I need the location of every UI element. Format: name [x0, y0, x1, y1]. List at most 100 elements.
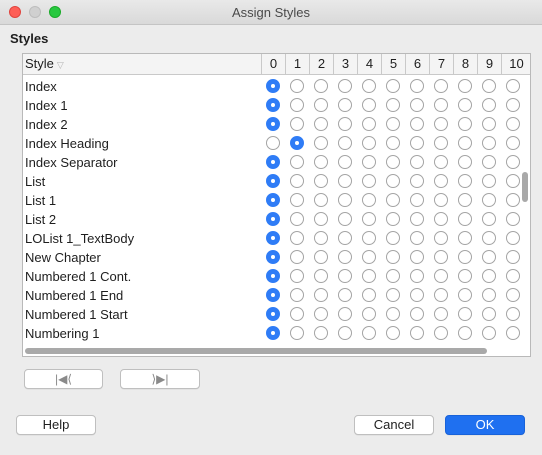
level-radio-button[interactable] — [338, 174, 352, 188]
level-radio-button[interactable] — [290, 326, 304, 340]
level-radio-button[interactable] — [266, 288, 280, 302]
level-radio-button[interactable] — [482, 326, 496, 340]
level-radio-button[interactable] — [338, 79, 352, 93]
level-radio-button[interactable] — [434, 250, 448, 264]
level-radio-button[interactable] — [434, 117, 448, 131]
level-radio-button[interactable] — [314, 307, 328, 321]
level-radio-button[interactable] — [362, 269, 376, 283]
level-radio-button[interactable] — [290, 117, 304, 131]
level-radio-button[interactable] — [506, 231, 520, 245]
level-radio-button[interactable] — [314, 117, 328, 131]
level-radio-button[interactable] — [482, 174, 496, 188]
level-radio-button[interactable] — [410, 174, 424, 188]
level-radio-button[interactable] — [410, 98, 424, 112]
level-radio-button[interactable] — [314, 136, 328, 150]
level-radio-button[interactable] — [482, 250, 496, 264]
level-radio-button[interactable] — [458, 79, 472, 93]
level-radio-button[interactable] — [362, 79, 376, 93]
vertical-scrollbar[interactable] — [520, 74, 530, 344]
level-radio-button[interactable] — [482, 98, 496, 112]
level-radio-button[interactable] — [410, 79, 424, 93]
level-radio-button[interactable] — [362, 174, 376, 188]
level-radio-button[interactable] — [458, 117, 472, 131]
level-radio-button[interactable] — [434, 288, 448, 302]
level-radio-button[interactable] — [458, 250, 472, 264]
level-radio-button[interactable] — [290, 193, 304, 207]
level-radio-button[interactable] — [410, 269, 424, 283]
level-radio-button[interactable] — [338, 326, 352, 340]
level-radio-button[interactable] — [362, 288, 376, 302]
level-radio-button[interactable] — [434, 269, 448, 283]
vertical-scrollbar-thumb[interactable] — [522, 172, 528, 202]
level-radio-button[interactable] — [458, 231, 472, 245]
level-radio-button[interactable] — [458, 174, 472, 188]
level-radio-button[interactable] — [410, 136, 424, 150]
level-radio-button[interactable] — [506, 136, 520, 150]
level-radio-button[interactable] — [434, 174, 448, 188]
level-radio-button[interactable] — [290, 288, 304, 302]
level-radio-button[interactable] — [410, 288, 424, 302]
help-button[interactable]: Help — [16, 415, 96, 435]
cancel-button[interactable]: Cancel — [354, 415, 434, 435]
level-radio-button[interactable] — [482, 117, 496, 131]
level-radio-button[interactable] — [314, 250, 328, 264]
level-radio-button[interactable] — [386, 269, 400, 283]
level-radio-button[interactable] — [290, 250, 304, 264]
level-radio-button[interactable] — [362, 136, 376, 150]
level-radio-button[interactable] — [290, 98, 304, 112]
level-radio-button[interactable] — [314, 193, 328, 207]
level-radio-button[interactable] — [410, 117, 424, 131]
level-radio-button[interactable] — [482, 155, 496, 169]
level-radio-button[interactable] — [506, 212, 520, 226]
level-radio-button[interactable] — [386, 136, 400, 150]
level-radio-button[interactable] — [338, 193, 352, 207]
level-radio-button[interactable] — [290, 231, 304, 245]
level-radio-button[interactable] — [434, 98, 448, 112]
level-radio-button[interactable] — [434, 231, 448, 245]
level-radio-button[interactable] — [338, 250, 352, 264]
level-radio-button[interactable] — [362, 212, 376, 226]
level-radio-button[interactable] — [386, 79, 400, 93]
level-radio-button[interactable] — [362, 307, 376, 321]
level-radio-button[interactable] — [434, 79, 448, 93]
level-radio-button[interactable] — [314, 326, 328, 340]
level-radio-button[interactable] — [506, 98, 520, 112]
level-radio-button[interactable] — [266, 231, 280, 245]
level-radio-button[interactable] — [290, 269, 304, 283]
level-radio-button[interactable] — [266, 79, 280, 93]
level-radio-button[interactable] — [410, 326, 424, 340]
level-radio-button[interactable] — [482, 231, 496, 245]
level-radio-button[interactable] — [314, 212, 328, 226]
level-radio-button[interactable] — [338, 136, 352, 150]
level-radio-button[interactable] — [506, 117, 520, 131]
level-radio-button[interactable] — [362, 231, 376, 245]
level-radio-button[interactable] — [410, 307, 424, 321]
level-radio-button[interactable] — [338, 288, 352, 302]
level-radio-button[interactable] — [434, 212, 448, 226]
level-radio-button[interactable] — [290, 155, 304, 169]
level-radio-button[interactable] — [458, 155, 472, 169]
level-radio-button[interactable] — [362, 193, 376, 207]
level-radio-button[interactable] — [458, 136, 472, 150]
horizontal-scrollbar[interactable] — [23, 344, 530, 356]
level-radio-button[interactable] — [434, 155, 448, 169]
level-radio-button[interactable] — [458, 98, 472, 112]
level-radio-button[interactable] — [362, 250, 376, 264]
level-radio-button[interactable] — [314, 231, 328, 245]
level-radio-button[interactable] — [266, 174, 280, 188]
level-radio-button[interactable] — [266, 212, 280, 226]
level-radio-button[interactable] — [506, 288, 520, 302]
level-radio-button[interactable] — [314, 155, 328, 169]
level-radio-button[interactable] — [338, 231, 352, 245]
level-radio-button[interactable] — [266, 193, 280, 207]
level-radio-button[interactable] — [314, 288, 328, 302]
level-radio-button[interactable] — [290, 212, 304, 226]
level-radio-button[interactable] — [410, 250, 424, 264]
level-radio-button[interactable] — [458, 193, 472, 207]
level-radio-button[interactable] — [482, 269, 496, 283]
level-radio-button[interactable] — [290, 136, 304, 150]
level-radio-button[interactable] — [410, 231, 424, 245]
level-radio-button[interactable] — [482, 288, 496, 302]
level-radio-button[interactable] — [386, 231, 400, 245]
level-radio-button[interactable] — [410, 193, 424, 207]
